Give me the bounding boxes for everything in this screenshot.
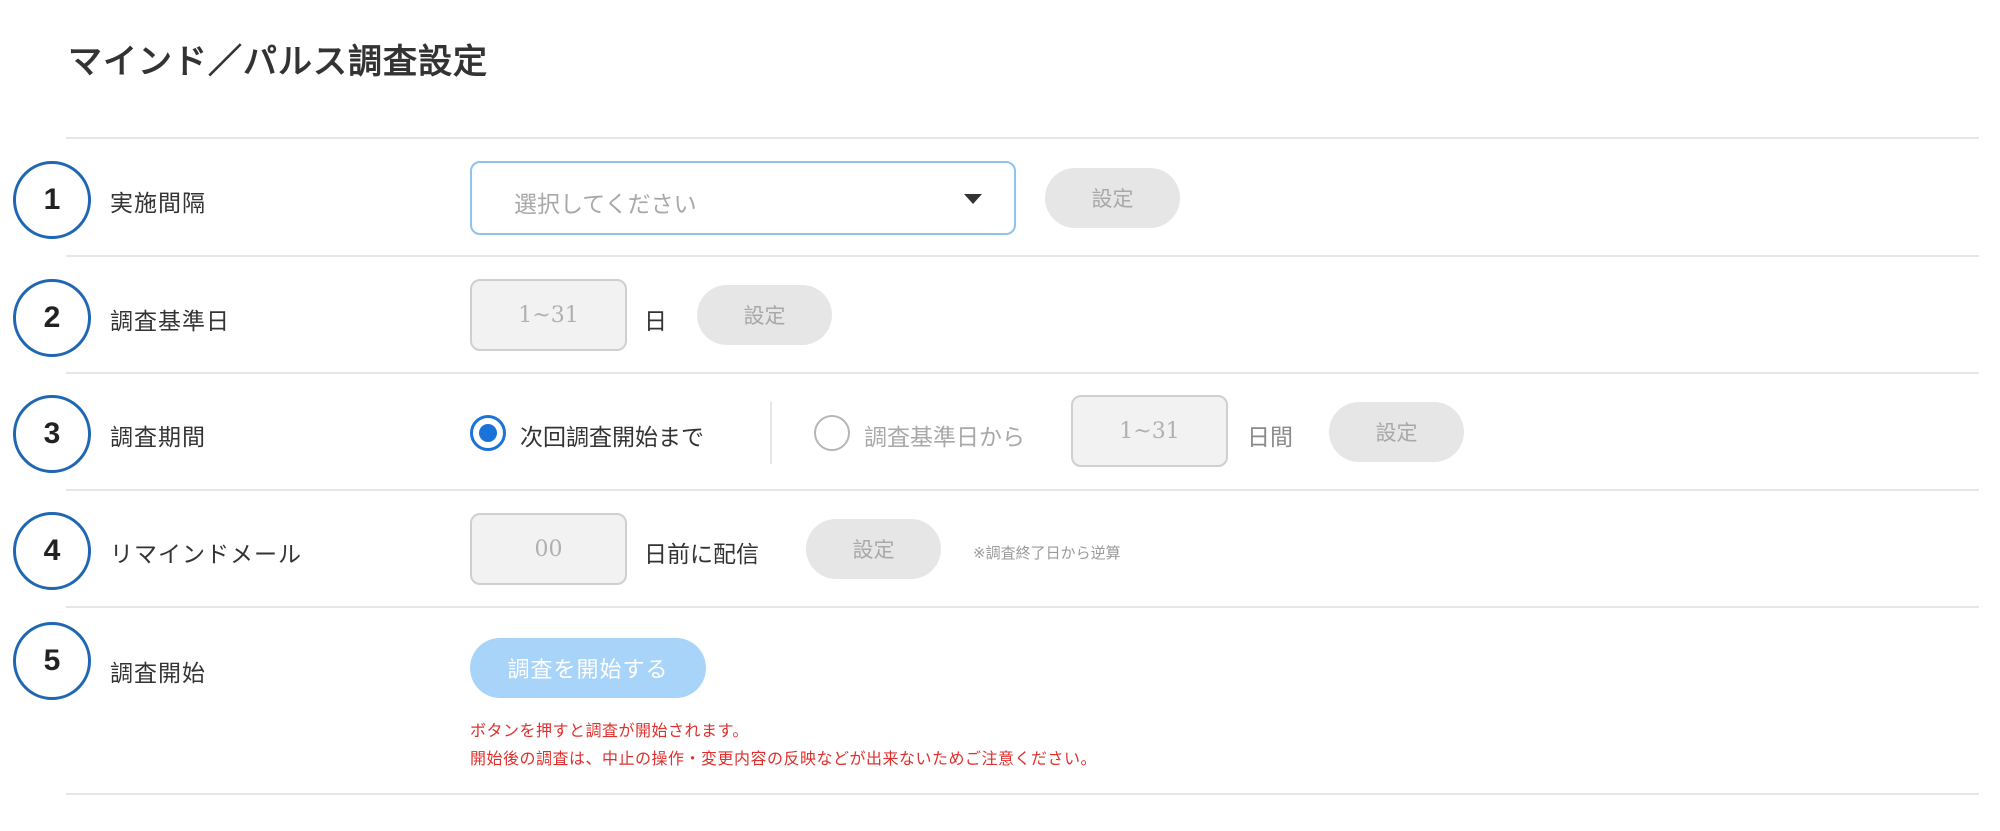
interval-select[interactable]: 選択してください [470,161,1016,235]
label-start: 調査開始 [110,661,206,687]
label-period: 調査期間 [110,425,206,451]
reminder-days-input[interactable]: 00 [470,513,627,585]
base-date-unit: 日 [644,309,667,335]
reminder-unit: 日前に配信 [644,542,759,568]
period-next-label[interactable]: 次回調査開始まで [520,418,704,452]
start-survey-button[interactable]: 調査を開始する [470,638,706,698]
chevron-down-icon [964,194,982,204]
label-reminder: リマインドメール [110,542,302,568]
interval-select-placeholder: 選択してください [514,192,697,218]
start-warning-line1: ボタンを押すと調査が開始されます。 [470,721,749,740]
label-base-date: 調査基準日 [110,309,230,335]
base-date-set-button[interactable]: 設定 [697,285,832,345]
start-warning-line2: 開始後の調査は、中止の操作・変更内容の反映などが出来ないためご注意ください。 [470,749,1098,768]
step-number-1: 1 [13,161,91,239]
interval-set-button[interactable]: 設定 [1045,168,1180,228]
option-separator [770,402,772,464]
period-days-label[interactable]: 調査基準日から [864,418,1025,452]
reminder-note: ※調査終了日から逆算 [973,544,1121,562]
row-divider [66,793,1979,795]
step-number-4: 4 [13,512,91,590]
page-title: マインド／パルス調査設定 [68,42,488,82]
reminder-set-button[interactable]: 設定 [806,519,941,579]
label-interval: 実施間隔 [110,191,206,217]
row-divider [66,606,1979,608]
period-days-input[interactable]: 1~31 [1071,395,1228,467]
period-days-unit: 日間 [1247,425,1293,451]
period-set-button[interactable]: 設定 [1329,402,1464,462]
period-next-radio[interactable] [470,415,506,451]
step-number-3: 3 [13,395,91,473]
step-number-2: 2 [13,279,91,357]
row-divider [66,489,1979,491]
row-divider [66,372,1979,374]
step-number-5: 5 [13,622,91,700]
period-days-radio[interactable] [814,415,850,451]
base-date-input[interactable]: 1~31 [470,279,627,351]
row-divider [66,255,1979,257]
row-divider [66,137,1979,139]
